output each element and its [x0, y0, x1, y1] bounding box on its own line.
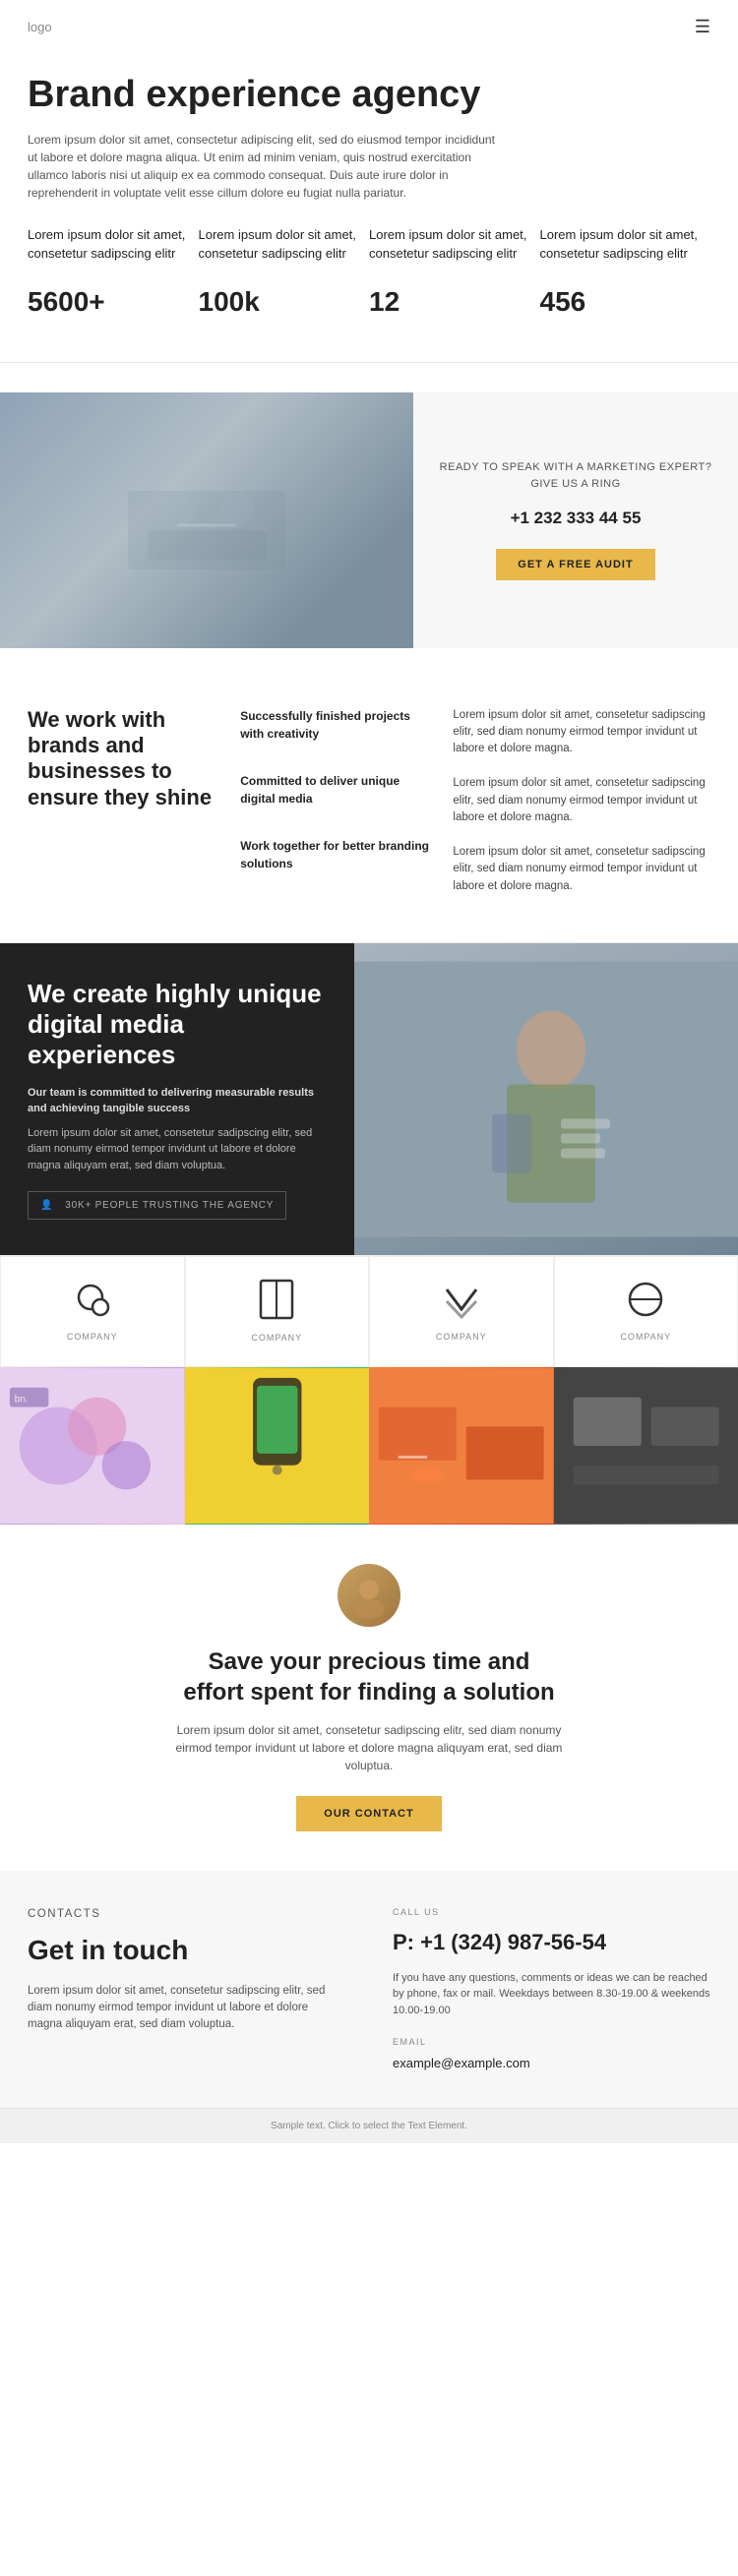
stat-2: 100k	[199, 273, 370, 323]
email-value: example@example.com	[393, 2054, 710, 2073]
hamburger-icon[interactable]: ☰	[695, 14, 710, 40]
site-header: logo ☰	[0, 0, 738, 54]
company-label-4: COMPANY	[620, 1331, 671, 1345]
contacts-label: CONTACTS	[28, 1906, 345, 1923]
company-label-2: COMPANY	[251, 1332, 302, 1346]
logo-item-1: COMPANY	[0, 1256, 185, 1367]
company-logo-4	[626, 1280, 665, 1325]
contact-panel: READY TO SPEAK WITH A MARKETING EXPERT? …	[413, 392, 738, 648]
company-label-1: COMPANY	[67, 1331, 118, 1345]
mission-items-titles: Successfully finished projects with crea…	[240, 707, 433, 913]
hero-description: Lorem ipsum dolor sit amet, consectetur …	[28, 131, 500, 202]
portfolio-item-2	[185, 1367, 370, 1525]
digital-section: We create highly unique digital media ex…	[0, 943, 738, 1255]
hero-title: Brand experience agency	[28, 74, 579, 117]
logo-item-3: COMPANY	[369, 1256, 554, 1367]
contact-phone: +1 232 333 44 55	[511, 506, 642, 531]
mission-item-3-title: Work together for better branding soluti…	[240, 837, 433, 872]
mission-items-descs: Lorem ipsum dolor sit amet, consetetur s…	[453, 707, 710, 913]
logo: logo	[28, 18, 52, 37]
digital-description: Lorem ipsum dolor sit amet, consetetur s…	[28, 1125, 327, 1174]
hero-image	[0, 392, 413, 648]
call-us-label: CALL US	[393, 1906, 710, 1920]
mission-item-1-desc: Lorem ipsum dolor sit amet, consetetur s…	[453, 707, 710, 758]
stat-desc-4: Lorem ipsum dolor sit amet, consetetur s…	[540, 225, 711, 264]
portfolio-item-1: bn.	[0, 1367, 185, 1525]
mission-heading: We work with brands and businesses to en…	[28, 707, 220, 913]
contact-bottom-section: CONTACTS Get in touch Lorem ipsum dolor …	[0, 1871, 738, 2108]
stat-1: 5600+	[28, 273, 199, 323]
company-logo-2	[259, 1279, 294, 1326]
image-contact-section: READY TO SPEAK WITH A MARKETING EXPERT? …	[0, 392, 738, 648]
contact-phone-large: P: +1 (324) 987-56-54	[393, 1926, 710, 1958]
cta-section: Save your precious time and effort spent…	[0, 1525, 738, 1871]
company-logo-1	[73, 1280, 112, 1325]
digital-heading: We create highly unique digital media ex…	[28, 979, 327, 1071]
digital-right-image	[354, 943, 738, 1255]
mission-item-1-title: Successfully finished projects with crea…	[240, 707, 433, 743]
trust-badge: 👤 30K+ PEOPLE TRUSTING THE AGENCY	[28, 1191, 286, 1220]
footer-text: Sample text. Click to select the Text El…	[271, 2121, 467, 2131]
stat-desc-1: Lorem ipsum dolor sit amet, consetetur s…	[28, 225, 199, 264]
logos-section: COMPANY COMPANY COMPANY	[0, 1255, 738, 1367]
stats-descriptions: Lorem ipsum dolor sit amet, consetetur s…	[28, 225, 710, 264]
audit-button[interactable]: GET A FREE AUDIT	[496, 549, 654, 580]
digital-left: We create highly unique digital media ex…	[0, 943, 354, 1255]
cta-description: Lorem ipsum dolor sit amet, consetetur s…	[172, 1721, 566, 1774]
mission-section: We work with brands and businesses to en…	[0, 678, 738, 942]
email-label: EMAIL	[393, 2036, 710, 2050]
mission-item-2-title: Committed to deliver unique digital medi…	[240, 772, 433, 808]
logo-item-2: COMPANY	[185, 1256, 370, 1367]
hero-section: Brand experience agency Lorem ipsum dolo…	[0, 54, 738, 362]
avatar	[338, 1564, 400, 1627]
cta-heading: Save your precious time and effort spent…	[182, 1647, 556, 1707]
ready-text: READY TO SPEAK WITH A MARKETING EXPERT? …	[435, 459, 716, 492]
contact-right: CALL US P: +1 (324) 987-56-54 If you hav…	[369, 1906, 710, 2072]
mission-item-2-desc: Lorem ipsum dolor sit amet, consetetur s…	[453, 775, 710, 826]
logo-item-4: COMPANY	[554, 1256, 738, 1367]
company-logo-3	[442, 1280, 481, 1325]
hero-image-placeholder	[0, 392, 413, 648]
svg-text:bn.: bn.	[15, 1395, 29, 1406]
stat-desc-3: Lorem ipsum dolor sit amet, consetetur s…	[369, 225, 540, 264]
people-icon: 👤	[40, 1198, 53, 1213]
footer: Sample text. Click to select the Text El…	[0, 2108, 738, 2143]
get-in-touch-heading: Get in touch	[28, 1930, 345, 1971]
portfolio-item-4	[554, 1367, 738, 1525]
company-label-3: COMPANY	[436, 1331, 487, 1345]
portfolio-grid: bn.	[0, 1367, 738, 1525]
digital-image-placeholder	[354, 943, 738, 1255]
digital-subtitle: Our team is committed to delivering meas…	[28, 1085, 327, 1117]
contact-left: CONTACTS Get in touch Lorem ipsum dolor …	[28, 1906, 369, 2072]
our-contact-button[interactable]: OUR CONTACT	[296, 1796, 441, 1831]
stat-3: 12	[369, 273, 540, 323]
portfolio-item-3	[369, 1367, 554, 1525]
stat-4: 456	[540, 273, 711, 323]
mission-item-3-desc: Lorem ipsum dolor sit amet, consetetur s…	[453, 844, 710, 895]
reach-description: If you have any questions, comments or i…	[393, 1970, 710, 2019]
contact-left-desc: Lorem ipsum dolor sit amet, consetetur s…	[28, 1983, 345, 2034]
stat-desc-2: Lorem ipsum dolor sit amet, consetetur s…	[199, 225, 370, 264]
stats-numbers: 5600+ 100k 12 456	[28, 273, 710, 323]
